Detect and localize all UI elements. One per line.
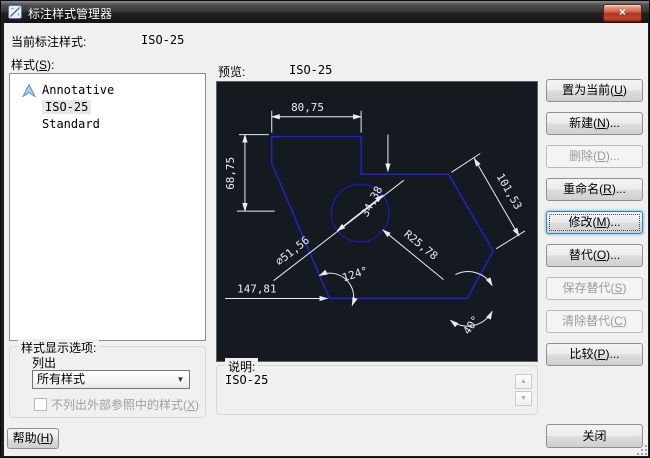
dimension-preview-drawing: 80,75 68,75 101,53 R25,78 ⌀51,56 34,38 1… — [217, 82, 537, 361]
style-item-label: Annotative — [42, 83, 114, 97]
style-item-annotative[interactable]: Annotative — [10, 82, 205, 99]
list-filter-value: 所有样式 — [37, 372, 85, 386]
rename-button[interactable]: 重命名(R)... — [546, 178, 643, 201]
style-item-label: Standard — [42, 117, 100, 131]
dim-left-label: 68,75 — [224, 157, 237, 190]
override-button[interactable]: 替代(O)... — [546, 244, 643, 267]
styles-listbox[interactable]: Annotative ISO-25 Standard — [9, 73, 206, 341]
app-icon — [8, 5, 22, 19]
dim-bottom-label: 147,81 — [237, 282, 276, 295]
delete-button: 删除(D)... — [546, 145, 643, 168]
style-item-iso25[interactable]: ISO-25 — [10, 99, 205, 116]
dimension-style-manager-dialog: 标注样式管理器 × 当前标注样式: ISO-25 样式(S): Annotati… — [0, 0, 650, 458]
description-text: ISO-25 — [225, 373, 268, 387]
modify-button[interactable]: 修改(M)... — [546, 211, 643, 234]
hide-xref-styles-checkbox-row: 不列出外部参照中的样式(X) — [34, 396, 199, 413]
hide-xref-styles-checkbox[interactable] — [34, 398, 47, 411]
preview-style-value: ISO-25 — [289, 63, 332, 77]
style-item-label: ISO-25 — [42, 100, 91, 114]
help-button[interactable]: 帮助(H) — [7, 428, 59, 449]
save-override-button: 保存替代(S) — [546, 277, 643, 300]
current-style-label: 当前标注样式: — [11, 33, 86, 50]
preview-label: 预览: — [218, 63, 245, 80]
style-item-standard[interactable]: Standard — [10, 116, 205, 133]
dim-radius-label: R25,78 — [402, 228, 441, 263]
style-display-options-group: 样式显示选项: 列出 所有样式 ▼ 不列出外部参照中的样式(X) — [9, 346, 206, 418]
dim-top-label: 80,75 — [291, 101, 324, 114]
dim-angle-right-label: 40° — [460, 313, 482, 337]
scroll-up-icon[interactable]: ▲ — [515, 374, 532, 389]
annotative-icon — [22, 84, 36, 97]
dim-aligned-label: 101,53 — [494, 171, 525, 212]
chevron-down-icon[interactable]: ▼ — [174, 373, 187, 386]
dim-middle-label: 34,38 — [358, 184, 385, 219]
compare-button[interactable]: 比较(P)... — [546, 343, 643, 366]
dim-angle-left-label: 124° — [341, 264, 370, 284]
preview-canvas: 80,75 68,75 101,53 R25,78 ⌀51,56 34,38 1… — [216, 81, 538, 362]
description-group: 说明: ISO-25 ▲ ▼ — [216, 365, 538, 415]
dim-diameter-label: ⌀51,56 — [273, 234, 312, 269]
current-style-value: ISO-25 — [141, 33, 184, 47]
clear-override-button: 清除替代(C) — [546, 310, 643, 333]
styles-list-label: 样式(S): — [11, 56, 54, 73]
close-button[interactable]: 关闭 — [546, 424, 643, 448]
description-scrollbar[interactable]: ▲ ▼ — [515, 374, 532, 408]
close-window-button[interactable]: × — [603, 4, 642, 22]
dialog-body: 当前标注样式: ISO-25 样式(S): Annotative ISO-25 … — [4, 23, 648, 456]
set-current-button[interactable]: 置为当前(U) — [546, 79, 643, 102]
list-label: 列出 — [32, 354, 56, 371]
hide-xref-styles-label: 不列出外部参照中的样式(X) — [51, 398, 199, 412]
style-display-options-label: 样式显示选项: — [18, 339, 99, 356]
scroll-down-icon[interactable]: ▼ — [515, 391, 532, 406]
window-title: 标注样式管理器 — [28, 5, 112, 22]
title-bar[interactable]: 标注样式管理器 × — [1, 1, 649, 23]
preview-shape — [272, 137, 493, 299]
new-button[interactable]: 新建(N)... — [546, 112, 643, 135]
list-filter-dropdown[interactable]: 所有样式 ▼ — [32, 370, 190, 389]
